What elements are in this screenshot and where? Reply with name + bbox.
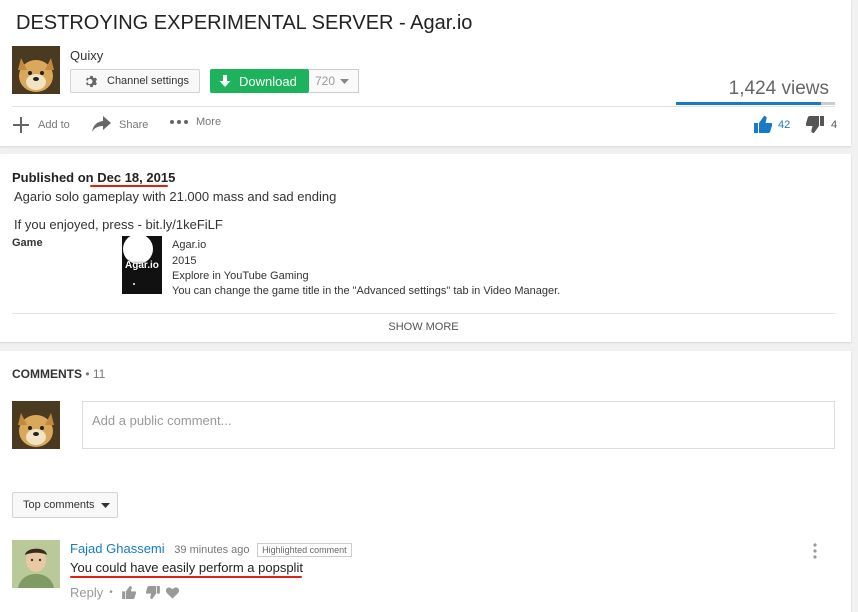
- channel-settings-button[interactable]: Channel settings: [70, 69, 200, 93]
- comment-actions: Reply •: [70, 585, 179, 600]
- description-line-1: Agario solo gameplay with 21.000 mass an…: [14, 189, 337, 204]
- share-button[interactable]: Share: [92, 116, 148, 133]
- game-title[interactable]: Agar.io: [172, 239, 206, 251]
- description-line-2-text[interactable]: If you enjoyed, press - bit.ly/1keFiLF: [14, 217, 223, 232]
- reply-separator: •: [109, 587, 113, 598]
- heart-icon[interactable]: [165, 587, 179, 599]
- dislike-ratio-bar: [821, 102, 835, 105]
- add-to-label: Add to: [38, 119, 70, 131]
- thumbs-up-icon[interactable]: [121, 586, 136, 599]
- comment-text: You could have easily perform a popsplit: [70, 560, 303, 575]
- commenter-avatar[interactable]: [12, 540, 60, 588]
- view-count: 1,424 views: [728, 78, 829, 99]
- share-label: Share: [119, 118, 149, 131]
- thumbs-down-icon: [806, 116, 824, 133]
- chevron-down-icon: [340, 78, 350, 84]
- annotation-underline: [90, 185, 168, 187]
- comment-input-placeholder: Add a public comment...: [92, 413, 232, 428]
- sort-label: Top comments: [23, 499, 95, 511]
- gear-icon: [84, 74, 99, 89]
- add-to-button[interactable]: Add to: [12, 116, 70, 134]
- game-explore-link[interactable]: Explore in YouTube Gaming: [172, 270, 309, 282]
- published-date: Published on Dec 18, 2015: [12, 170, 175, 185]
- channel-avatar[interactable]: [12, 46, 60, 94]
- divider: [12, 106, 835, 107]
- quality-value: 720: [315, 74, 336, 88]
- channel-name[interactable]: Quixy: [70, 48, 103, 63]
- more-dots-icon: [170, 120, 188, 124]
- annotation-underline: [70, 576, 302, 578]
- comment-author[interactable]: Fajad Ghassemi 39 minutes ago Highlighte…: [70, 541, 352, 557]
- game-thumbnail-text: Agar.io: [125, 260, 159, 271]
- sort-comments-button[interactable]: Top comments: [12, 492, 118, 518]
- divider: [12, 313, 835, 314]
- comments-count: 11: [92, 367, 106, 381]
- video-header-card: DESTROYING EXPERIMENTAL SERVER - Agar.io…: [0, 0, 851, 146]
- like-ratio-bar: [676, 102, 821, 105]
- download-label: Download: [239, 73, 297, 89]
- published-date-value: Dec 18, 2015: [97, 170, 176, 185]
- show-more-button[interactable]: SHOW MORE: [12, 321, 835, 333]
- share-arrow-icon: [92, 116, 111, 133]
- reply-button[interactable]: Reply: [70, 585, 103, 600]
- game-year: 2015: [172, 255, 197, 267]
- game-label: Game: [12, 237, 43, 249]
- more-label: More: [196, 116, 222, 128]
- video-title: DESTROYING EXPERIMENTAL SERVER - Agar.io: [16, 12, 473, 34]
- comments-separator: •: [82, 367, 93, 381]
- user-avatar: [12, 401, 60, 449]
- comment-input[interactable]: Add a public comment...: [82, 401, 835, 449]
- plus-icon: [12, 116, 30, 134]
- game-note: You can change the game title in the "Ad…: [172, 285, 561, 297]
- channel-settings-label: Channel settings: [107, 75, 189, 87]
- more-button[interactable]: More: [170, 116, 221, 128]
- comment-author-name[interactable]: Fajad Ghassemi: [70, 541, 165, 556]
- like-count: 42: [778, 118, 791, 131]
- highlighted-badge: Highlighted comment: [257, 543, 352, 557]
- dislike-button[interactable]: 4: [806, 116, 837, 133]
- download-arrow-icon: [219, 74, 231, 88]
- description-line-2: If you enjoyed, press - bit.ly/1keFiLF: [14, 217, 223, 232]
- dislike-count: 4: [831, 118, 838, 131]
- kebab-menu-icon[interactable]: [813, 543, 817, 564]
- comments-card: COMMENTS • 11 Add a public comment... To…: [0, 351, 851, 612]
- published-prefix: Published on: [12, 170, 98, 185]
- download-button[interactable]: Download: [210, 69, 309, 93]
- chevron-down-icon: [100, 502, 110, 508]
- game-thumbnail[interactable]: Agar.io: [122, 236, 162, 294]
- thumbs-up-icon: [754, 116, 772, 133]
- thumbs-down-icon[interactable]: [145, 586, 160, 599]
- like-button[interactable]: 42: [754, 116, 790, 133]
- comments-header: COMMENTS • 11: [12, 367, 105, 381]
- description-card: Published on Dec 18, 2015 Agario solo ga…: [0, 154, 851, 342]
- comment-timestamp[interactable]: 39 minutes ago: [174, 544, 249, 556]
- comments-header-label: COMMENTS: [12, 367, 82, 381]
- quality-select[interactable]: 720: [309, 69, 359, 93]
